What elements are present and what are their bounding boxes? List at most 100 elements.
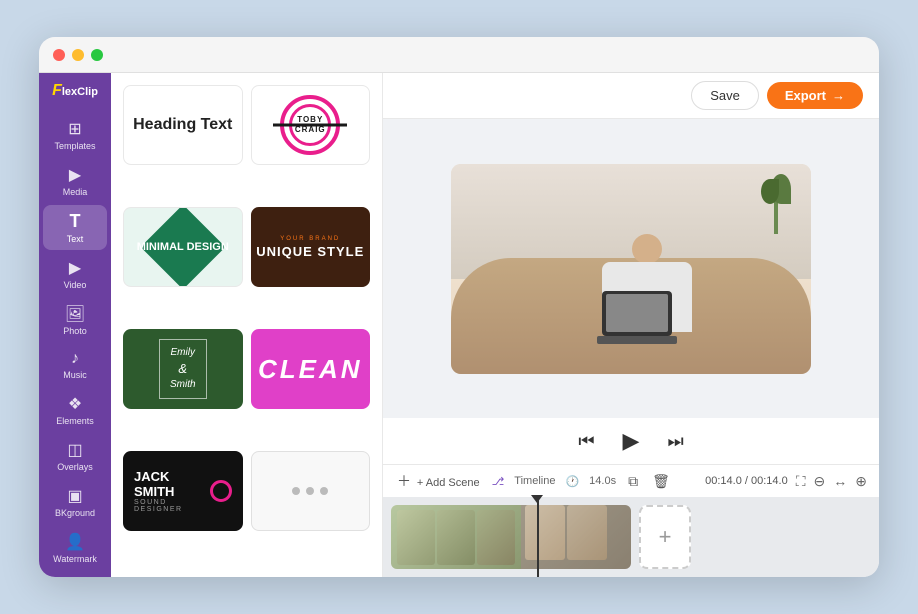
sidebar-item-elements[interactable]: ❖ Elements [43, 388, 107, 432]
unique-supertitle: YOUR BRAND [280, 236, 340, 242]
template-grid: Heading Text TOBYCRAIG [111, 73, 382, 577]
sidebar-label-overlays: Overlays [57, 462, 93, 472]
timeline-duration: 14.0s [589, 475, 616, 487]
delete-button[interactable]: 🗑 [650, 471, 672, 492]
clock-icon: 🕐 [565, 475, 579, 488]
timeline-right-controls: 00:14.0 / 00:14.0 ⛶ ⊖ ↔ ⊕ [705, 473, 867, 490]
jack-name: JACK SMITH [134, 469, 210, 499]
music-icon: ♪ [71, 350, 79, 368]
sidebar-label-elements: Elements [56, 416, 94, 426]
sidebar-item-video[interactable]: ▶ Video [43, 252, 107, 296]
export-label: Export [785, 88, 826, 103]
export-button[interactable]: Export → [767, 82, 863, 109]
sidebar-label-text: Text [67, 234, 84, 244]
elements-icon: ❖ [68, 394, 82, 414]
sidebar-label-video: Video [64, 280, 87, 290]
playback-controls: ⏮ ▶ ⏭ [383, 418, 879, 464]
play-button[interactable]: ▶ [619, 424, 644, 458]
playhead-triangle [531, 495, 543, 503]
sidebar-label-music: Music [63, 370, 87, 380]
template-card-more[interactable] [251, 451, 371, 531]
timeline-clips-area: + [383, 497, 879, 577]
skip-back-button[interactable]: ⏮ [574, 427, 598, 456]
dot-2 [306, 487, 314, 495]
laptop-screen [602, 291, 672, 336]
logo-text: FlexClip [52, 83, 98, 99]
add-scene-button[interactable]: ＋ + Add Scene [395, 469, 482, 493]
maximize-button[interactable] [91, 49, 103, 61]
zoom-out-button[interactable]: ⊖ [814, 473, 826, 490]
bkground-icon: ▣ [67, 486, 82, 506]
template-card-emily[interactable]: Emily&Smith [123, 329, 243, 409]
emily-border: Emily&Smith [159, 339, 207, 399]
overlays-icon: ◫ [67, 440, 82, 460]
sidebar-label-bkground: BKground [55, 508, 95, 518]
frame-4 [525, 505, 565, 560]
title-bar [39, 37, 879, 73]
fit-screen-button[interactable]: ⛶ [796, 473, 806, 490]
template-card-toby[interactable]: TOBYCRAIG [251, 85, 371, 165]
template-card-unique[interactable]: YOUR BRAND UNIQUE STYLE [251, 207, 371, 287]
jack-circle-icon [210, 480, 232, 502]
skip-forward-button[interactable]: ⏭ [663, 427, 687, 456]
sidebar-item-templates[interactable]: ⊞ Templates [43, 113, 107, 157]
laptop-display [606, 294, 668, 332]
zoom-in-button[interactable]: ↔ [833, 473, 847, 489]
main-area: Save Export → [383, 73, 879, 577]
preview-area [383, 119, 879, 418]
template-card-jack[interactable]: JACK SMITH SOUND DESIGNER [123, 451, 243, 531]
save-button[interactable]: Save [691, 81, 759, 110]
main-toolbar: Save Export → [383, 73, 879, 119]
expand-button[interactable]: ⊕ [855, 473, 867, 490]
add-clip-icon: + [659, 524, 672, 550]
person-figure [567, 234, 727, 364]
sidebar-label-photo: Photo [63, 326, 87, 336]
timeline-bar: ＋ + Add Scene ⎇ Timeline 🕐 14.0s ⧉ 🗑 00:… [383, 464, 879, 497]
timeline-clip[interactable] [391, 505, 631, 569]
minimal-design-label: MINIMAL DESIGN [137, 240, 229, 254]
heading-text-label: Heading Text [133, 116, 232, 134]
frame-2 [437, 510, 475, 565]
jack-content: JACK SMITH SOUND DESIGNER [134, 469, 210, 513]
app-window: FlexClip ⊞ Templates ▶ Media T Text ▶ Vi… [39, 37, 879, 577]
sidebar-item-overlays[interactable]: ◫ Overlays [43, 434, 107, 478]
templates-icon: ⊞ [68, 119, 81, 139]
sidebar-item-bkground[interactable]: ▣ BKground [43, 480, 107, 524]
laptop-base [597, 336, 677, 344]
plant [761, 174, 791, 234]
add-clip-button[interactable]: + [639, 505, 691, 569]
sidebar-item-text[interactable]: T Text [43, 205, 107, 250]
sidebar-label-watermark: Watermark [53, 554, 97, 564]
minimize-button[interactable] [72, 49, 84, 61]
add-scene-label: + Add Scene [417, 477, 480, 489]
close-button[interactable] [53, 49, 65, 61]
emily-label: Emily&Smith [170, 346, 196, 392]
app-body: FlexClip ⊞ Templates ▶ Media T Text ▶ Vi… [39, 73, 879, 577]
sidebar-label-media: Media [63, 187, 88, 197]
template-card-minimal[interactable]: MINIMAL DESIGN [123, 207, 243, 287]
time-display: 00:14.0 / 00:14.0 [705, 475, 788, 487]
add-scene-icon: ＋ [397, 473, 411, 489]
logo: FlexClip [45, 83, 105, 99]
template-card-clean[interactable]: CLEAN [251, 329, 371, 409]
template-card-heading[interactable]: Heading Text [123, 85, 243, 165]
sidebar-item-photo[interactable]: 🖼 Photo [43, 298, 107, 342]
sidebar-item-media[interactable]: ▶ Media [43, 159, 107, 203]
frame-5 [567, 505, 607, 560]
playhead-line [537, 497, 539, 577]
frame-1 [397, 510, 435, 565]
media-icon: ▶ [69, 165, 81, 185]
watermark-icon: 👤 [65, 532, 85, 552]
sidebar-item-music[interactable]: ♪ Music [43, 344, 107, 386]
more-dots [292, 487, 328, 495]
dot-1 [292, 487, 300, 495]
clip-frames [397, 510, 515, 565]
copy-button[interactable]: ⧉ [626, 471, 640, 492]
clean-label: CLEAN [258, 354, 363, 385]
video-icon: ▶ [69, 258, 81, 278]
dot-3 [320, 487, 328, 495]
timeline-label: Timeline [514, 475, 555, 487]
sidebar-item-watermark[interactable]: 👤 Watermark [43, 526, 107, 570]
photo-icon: 🖼 [65, 304, 85, 324]
export-arrow-icon: → [832, 88, 845, 103]
